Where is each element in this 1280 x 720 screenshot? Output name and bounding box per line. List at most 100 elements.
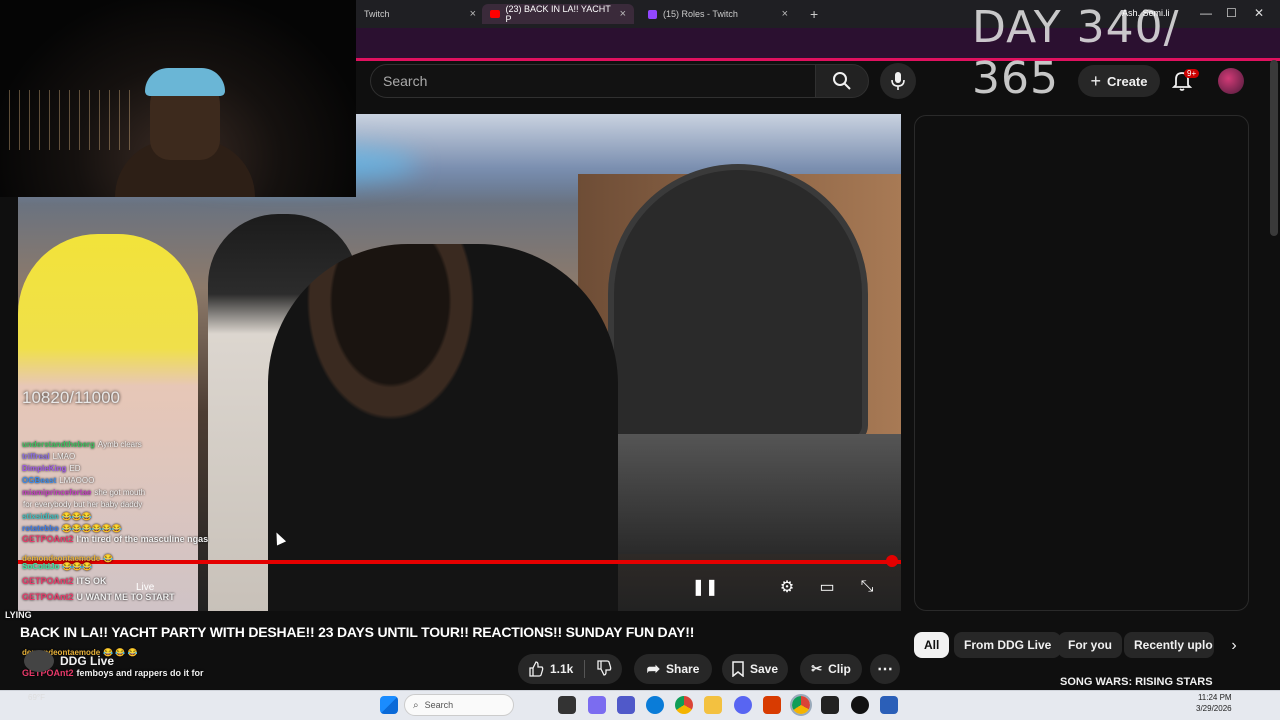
clip-icon: ✂ bbox=[811, 661, 823, 676]
chat-message: GETPOAnt2 U WANT ME TO START bbox=[22, 592, 175, 602]
tab-label: (23) BACK IN LA!! YACHT P bbox=[505, 4, 611, 24]
close-icon[interactable]: × bbox=[782, 8, 788, 20]
share-button[interactable]: ➦ Share bbox=[634, 654, 712, 684]
side-panel bbox=[914, 115, 1249, 611]
browser-tab-roles[interactable]: (15) Roles - Twitch × bbox=[640, 4, 796, 24]
channel-name[interactable]: DDG Live bbox=[60, 654, 114, 668]
search-icon bbox=[833, 72, 851, 90]
share-icon: ➦ bbox=[646, 661, 661, 678]
search-icon: ⌕ bbox=[413, 699, 419, 711]
browser-tab-twitch[interactable]: Twitch × bbox=[356, 4, 484, 24]
windows-start-icon[interactable] bbox=[380, 696, 398, 714]
chat-text: U WANT ME TO START bbox=[76, 592, 175, 602]
app-icon[interactable] bbox=[880, 696, 898, 714]
edge-icon[interactable] bbox=[646, 696, 664, 714]
chat-message: LYING bbox=[2, 610, 32, 620]
voice-search-button[interactable] bbox=[880, 63, 916, 99]
chat-username: triffreal bbox=[22, 452, 50, 461]
search-input[interactable]: Search bbox=[370, 64, 816, 98]
close-icon[interactable]: × bbox=[620, 8, 626, 20]
clock-date: 3/29/2026 bbox=[1196, 704, 1232, 713]
task-view-icon[interactable] bbox=[558, 696, 576, 714]
new-tab-button[interactable]: + bbox=[802, 4, 822, 24]
channel-avatar[interactable] bbox=[24, 650, 54, 672]
chat-text: LMAO bbox=[52, 452, 76, 461]
chat-message: understandtheberg Aymb clears bbox=[22, 440, 142, 449]
chrome-icon[interactable] bbox=[790, 694, 812, 716]
chat-message: stixsidian 😂😂😂 bbox=[22, 512, 92, 521]
chat-text: ITS OK bbox=[76, 576, 107, 586]
chip-all[interactable]: All bbox=[914, 632, 950, 658]
city-lights bbox=[0, 90, 130, 150]
clip-button[interactable]: ✂ Clip bbox=[800, 654, 862, 684]
chat-message: for everybody but her baby daddy bbox=[20, 500, 142, 509]
copilot-icon[interactable] bbox=[588, 696, 606, 714]
weather-widget[interactable]: 69°F bbox=[28, 693, 45, 702]
more-actions-button[interactable]: ⋯ bbox=[870, 654, 900, 684]
teams-icon[interactable] bbox=[617, 696, 635, 714]
like-button[interactable]: 1.1k bbox=[528, 661, 573, 677]
dislike-button[interactable] bbox=[596, 659, 612, 679]
app-icon[interactable] bbox=[851, 696, 869, 714]
video-progress-bar[interactable] bbox=[18, 560, 901, 564]
search-button[interactable] bbox=[815, 64, 869, 98]
chat-text: I'm tired of the masculine ngas bbox=[76, 534, 209, 544]
chat-text: for everybody but her baby daddy bbox=[23, 500, 143, 509]
app-icon[interactable] bbox=[763, 696, 781, 714]
chat-text: femboys and rappers do it for bbox=[76, 668, 204, 678]
settings-icon[interactable]: ⚙ bbox=[774, 574, 800, 600]
youtube-logo-icon bbox=[490, 10, 500, 18]
twitch-logo-icon bbox=[648, 9, 657, 19]
page-scrollbar[interactable] bbox=[1270, 60, 1278, 236]
chat-text: 😂😂😂😂😂😂 bbox=[61, 524, 122, 533]
share-label: Share bbox=[666, 662, 700, 676]
chip-from-channel[interactable]: From DDG Live bbox=[954, 632, 1062, 658]
streamer-webcam bbox=[0, 0, 356, 197]
chat-message: GETPOAnt2 I'm tired of the masculine ngas bbox=[22, 534, 208, 544]
clip-label: Clip bbox=[828, 662, 851, 676]
chat-username: rotatebbo bbox=[22, 524, 59, 533]
discord-icon[interactable] bbox=[734, 696, 752, 714]
taskbar-search-placeholder: Search bbox=[424, 700, 454, 710]
pause-icon[interactable]: ❚❚ bbox=[692, 574, 719, 600]
chat-message: rotatebbo 😂😂😂😂😂😂 bbox=[22, 524, 122, 533]
chip-recently-uploaded[interactable]: Recently uplo bbox=[1124, 632, 1214, 658]
chat-text: she got mouth bbox=[94, 488, 146, 497]
video-scrubber[interactable] bbox=[886, 555, 898, 567]
file-explorer-icon[interactable] bbox=[704, 696, 722, 714]
video-scene-vocal-booth bbox=[608, 164, 868, 444]
video-scene-person bbox=[268, 244, 618, 611]
chat-username: GETPOAnt2 bbox=[22, 534, 74, 544]
chat-username: GETPOAnt2 bbox=[22, 592, 74, 602]
streamer-hat bbox=[145, 68, 225, 96]
chat-message: miamiprincefortae she got mouth bbox=[22, 488, 145, 497]
like-dislike-group: 1.1k bbox=[518, 654, 622, 684]
chat-text: 😂 bbox=[103, 554, 114, 563]
chat-username: stixsidian bbox=[22, 512, 59, 521]
browser-tab-youtube[interactable]: (23) BACK IN LA!! YACHT P × bbox=[482, 4, 634, 24]
divider bbox=[584, 660, 586, 678]
tab-label: Twitch bbox=[364, 9, 390, 19]
chat-username: GETPOAnt2 bbox=[22, 576, 74, 586]
chat-message: GETPOAnt2 ITS OK bbox=[22, 576, 107, 586]
miniplayer-icon[interactable]: ▭ bbox=[814, 574, 840, 600]
chrome-icon[interactable] bbox=[675, 696, 693, 714]
clock-time: 11:24 PM bbox=[1197, 693, 1232, 702]
taskbar-search[interactable]: ⌕ Search bbox=[404, 694, 514, 716]
chip-for-you[interactable]: For you bbox=[1058, 632, 1122, 658]
chat-text: LYING bbox=[5, 610, 32, 620]
fullscreen-icon[interactable]: ⤡ bbox=[854, 574, 880, 600]
chat-message: OGBeast LMAOOO bbox=[22, 476, 94, 485]
video-title: BACK IN LA!! YACHT PARTY WITH DESHAE!! 2… bbox=[20, 624, 695, 640]
tab-label: (15) Roles - Twitch bbox=[663, 9, 738, 19]
chat-message: triffreal LMAO bbox=[22, 452, 75, 461]
save-button[interactable]: Save bbox=[722, 654, 788, 684]
app-icon[interactable] bbox=[821, 696, 839, 714]
like-icon bbox=[529, 661, 544, 677]
close-icon[interactable]: × bbox=[470, 8, 476, 20]
windows-taskbar bbox=[0, 690, 1280, 720]
chevron-right-icon[interactable]: › bbox=[1222, 634, 1246, 658]
chat-text: 😂😂😂 bbox=[61, 512, 92, 521]
taskbar-clock[interactable]: 11:24 PM 3/29/2026 bbox=[1196, 692, 1232, 714]
recommended-video-title[interactable]: SONG WARS: RISING STARS bbox=[1060, 676, 1213, 688]
